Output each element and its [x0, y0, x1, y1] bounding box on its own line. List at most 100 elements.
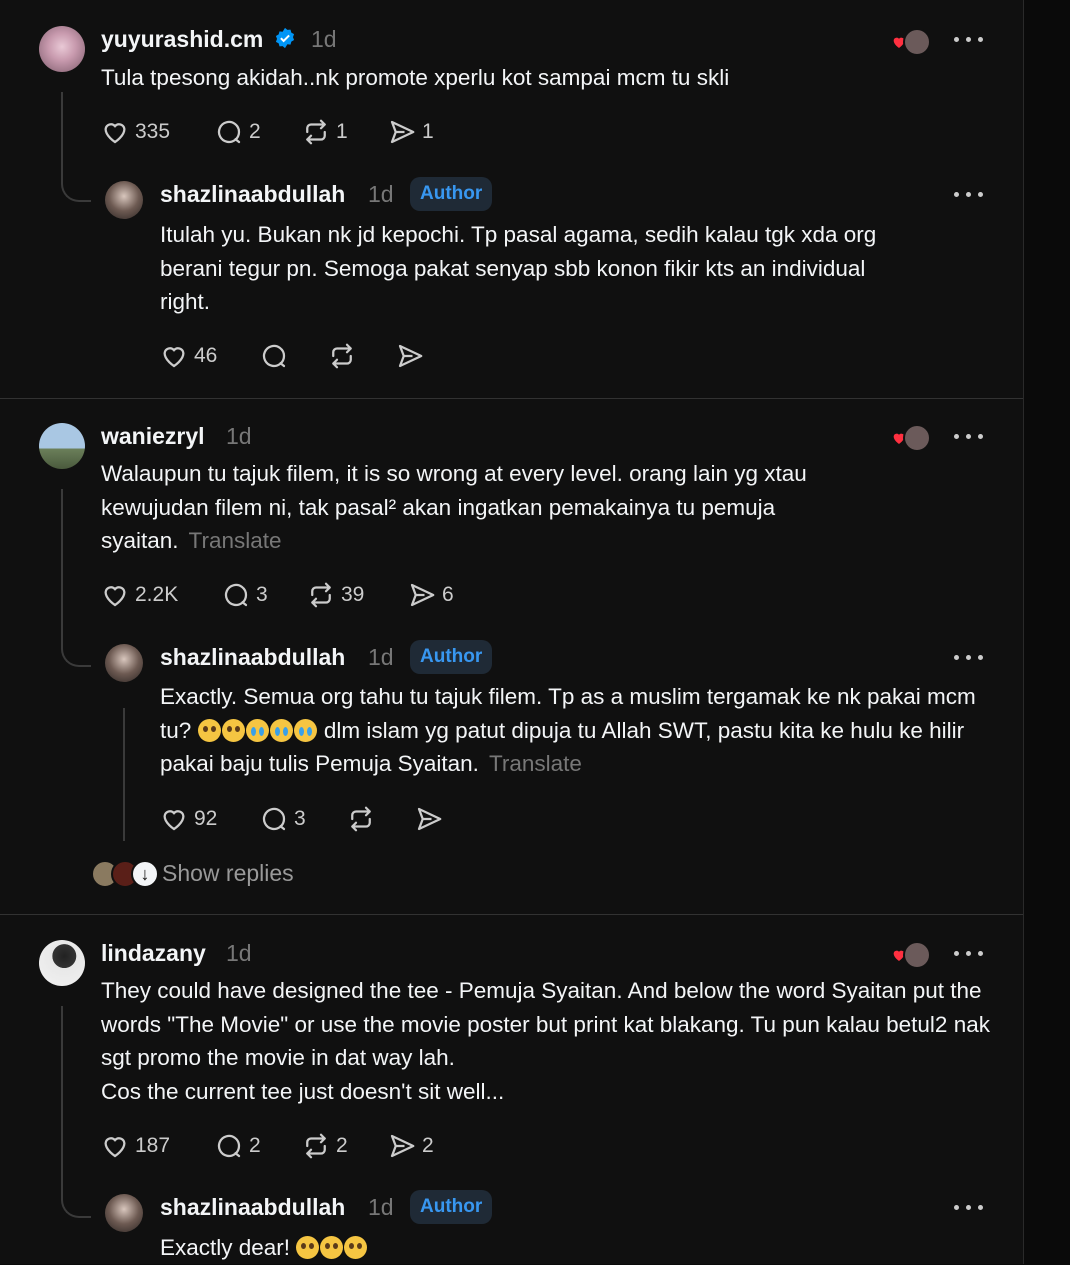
- username[interactable]: lindazany: [101, 940, 206, 967]
- comment-text: Exactly dear!: [160, 1231, 660, 1265]
- thread-line: [61, 489, 63, 637]
- show-replies-link[interactable]: Show replies: [162, 860, 294, 887]
- like-count: 92: [194, 807, 218, 830]
- thread-line: [61, 1006, 63, 1188]
- repost-button[interactable]: 39: [306, 580, 364, 610]
- author-liked-indicator: [891, 941, 931, 969]
- repost-icon: [311, 582, 331, 608]
- like-count: 335: [135, 120, 171, 143]
- username[interactable]: shazlinaabdullah: [160, 644, 345, 671]
- heart-icon: [163, 347, 185, 368]
- reply-button[interactable]: 2: [214, 117, 261, 147]
- username[interactable]: yuyurashid.cm: [101, 26, 263, 53]
- reply-count: 3: [294, 807, 306, 830]
- share-button[interactable]: 6: [407, 580, 454, 610]
- avatar[interactable]: [39, 940, 85, 986]
- share-button[interactable]: [395, 341, 425, 371]
- username[interactable]: waniezryl: [101, 423, 205, 450]
- crying-face-emoji: [293, 718, 317, 742]
- like-button[interactable]: 46: [159, 341, 217, 371]
- divider: [0, 914, 1023, 915]
- reply-button[interactable]: [259, 341, 289, 371]
- repost-button[interactable]: 2: [301, 1131, 348, 1161]
- pleading-face-emoji: [197, 718, 221, 742]
- author-badge: Author: [410, 177, 493, 211]
- more-icon[interactable]: [954, 184, 986, 204]
- verified-icon: [275, 27, 295, 49]
- share-icon: [417, 807, 442, 831]
- repost-button[interactable]: [327, 341, 357, 371]
- translate-link[interactable]: Translate: [189, 528, 282, 553]
- repost-button[interactable]: [346, 804, 376, 834]
- timestamp: 1d: [311, 26, 337, 52]
- show-replies-avatars[interactable]: ↓: [91, 860, 161, 888]
- avatar[interactable]: [105, 1194, 143, 1232]
- heart-icon: [104, 123, 126, 144]
- share-icon: [390, 120, 415, 144]
- avatar[interactable]: [105, 181, 143, 219]
- more-icon[interactable]: [954, 943, 986, 963]
- crying-face-emoji: [269, 718, 293, 742]
- repost-icon: [306, 119, 326, 145]
- crying-face-emoji: [245, 718, 269, 742]
- more-icon[interactable]: [954, 1197, 986, 1217]
- comment-icon: [217, 120, 241, 144]
- like-button[interactable]: 2.2K: [100, 580, 178, 610]
- share-icon: [398, 344, 423, 368]
- avatar[interactable]: [105, 644, 143, 682]
- comment-feed: yuyurashid.cm 1d Tula tpesong akidah..nk…: [0, 0, 1024, 1264]
- share-button[interactable]: 1: [387, 117, 434, 147]
- reply-button[interactable]: 3: [221, 580, 268, 610]
- share-icon: [390, 1134, 415, 1158]
- translate-link[interactable]: Translate: [489, 751, 582, 776]
- comment-text: They could have designed the tee - Pemuj…: [101, 974, 996, 1108]
- comment-icon: [217, 1134, 241, 1158]
- thread-curve: [61, 1188, 91, 1218]
- repost-icon: [351, 806, 371, 832]
- comment-icon: [262, 344, 286, 368]
- pleading-face-emoji: [221, 718, 245, 742]
- divider: [0, 398, 1023, 399]
- reply-count: 3: [256, 583, 268, 606]
- share-button[interactable]: 2: [387, 1131, 434, 1161]
- timestamp: 1d: [368, 181, 394, 207]
- reply-button[interactable]: 2: [214, 1131, 261, 1161]
- comment-icon: [224, 583, 248, 607]
- share-icon: [410, 583, 435, 607]
- pleading-face-emoji: [320, 1236, 344, 1259]
- username[interactable]: shazlinaabdullah: [160, 1194, 345, 1221]
- like-button[interactable]: 187: [100, 1131, 170, 1161]
- timestamp: 1d: [368, 644, 394, 670]
- like-count: 2.2K: [135, 583, 179, 606]
- comment-line: Cos the current tee just doesn't sit wel…: [101, 1078, 505, 1104]
- avatar[interactable]: [39, 26, 85, 72]
- more-icon[interactable]: [954, 647, 986, 667]
- avatar[interactable]: [39, 423, 85, 469]
- share-button[interactable]: [414, 804, 444, 834]
- timestamp: 1d: [226, 940, 252, 966]
- author-badge: Author: [410, 640, 493, 674]
- heart-icon: [104, 1137, 126, 1158]
- comment-body: Exactly dear!: [160, 1235, 291, 1260]
- pleading-face-emoji: [344, 1236, 368, 1259]
- expand-arrow-icon: ↓: [131, 860, 159, 888]
- pleading-face-emoji: [296, 1236, 320, 1259]
- like-button[interactable]: 92: [159, 804, 217, 834]
- repost-count: 1: [336, 120, 348, 143]
- thread-curve: [61, 172, 91, 202]
- comment-icon: [262, 807, 286, 831]
- comment-text: Walaupun tu tajuk filem, it is so wrong …: [101, 457, 901, 558]
- author-liked-indicator: [891, 28, 931, 56]
- more-icon[interactable]: [954, 29, 986, 49]
- comment-line: They could have designed the tee - Pemuj…: [101, 978, 990, 1070]
- repost-icon: [306, 1133, 326, 1159]
- repost-count: 2: [336, 1134, 348, 1157]
- username[interactable]: shazlinaabdullah: [160, 181, 345, 208]
- repost-button[interactable]: 1: [301, 117, 348, 147]
- like-button[interactable]: 335: [100, 117, 170, 147]
- author-badge: Author: [410, 1190, 493, 1224]
- reply-button[interactable]: 3: [259, 804, 306, 834]
- comment-text: Tula tpesong akidah..nk promote xperlu k…: [101, 65, 730, 90]
- more-icon[interactable]: [954, 426, 986, 446]
- like-count: 46: [194, 344, 218, 367]
